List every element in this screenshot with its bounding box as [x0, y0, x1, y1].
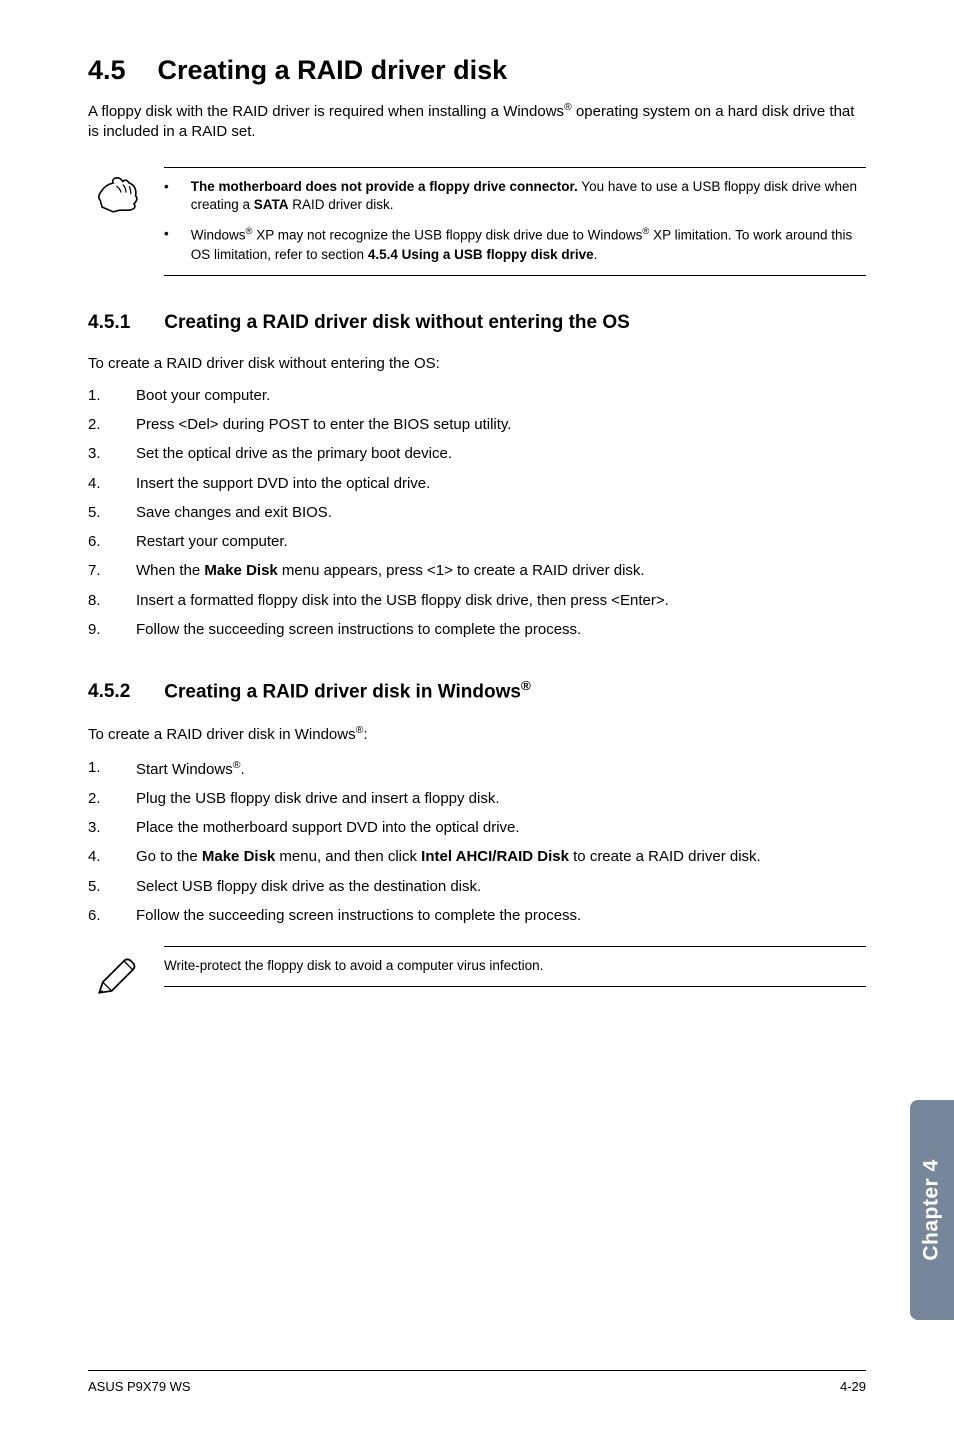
- list-text: Press <Del> during POST to enter the BIO…: [136, 415, 866, 435]
- list-item: 1. Start Windows®.: [88, 758, 866, 780]
- intro-text-1: A floppy disk with the RAID driver is re…: [88, 103, 564, 120]
- list-number: 4.: [88, 474, 108, 494]
- list-text-a: When the: [136, 562, 204, 579]
- registered-mark: ®: [521, 678, 531, 693]
- note-bullet-1: • The motherboard does not provide a flo…: [164, 178, 860, 216]
- list-text: Save changes and exit BIOS.: [136, 503, 866, 523]
- list-number: 7.: [88, 561, 108, 581]
- list-text-bold: Make Disk: [204, 562, 277, 579]
- subsection-452-heading: 4.5.2 Creating a RAID driver disk in Wind…: [88, 678, 866, 703]
- list-text-a: Start Windows: [136, 761, 233, 778]
- list-text: Set the optical drive as the primary boo…: [136, 444, 866, 464]
- list-text: Restart your computer.: [136, 532, 866, 552]
- subsection-number: 4.5.1: [88, 312, 130, 334]
- note-bold-sata: SATA: [254, 197, 289, 212]
- list-text: Follow the succeeding screen instruction…: [136, 620, 866, 640]
- list-number: 6.: [88, 906, 108, 926]
- note-bullet-1-text: The motherboard does not provide a flopp…: [191, 178, 860, 216]
- list-item: 5. Save changes and exit BIOS.: [88, 503, 866, 523]
- footer-left: ASUS P9X79 WS: [88, 1379, 191, 1394]
- list-item: 8. Insert a formatted floppy disk into th…: [88, 591, 866, 611]
- section-number: 4.5: [88, 55, 126, 86]
- note-text-2a: Windows: [191, 228, 246, 243]
- list-number: 2.: [88, 789, 108, 809]
- note-bullet-2: • Windows® XP may not recognize the USB …: [164, 225, 860, 264]
- footer-right: 4-29: [840, 1379, 866, 1394]
- list-text-b: menu, and then click: [275, 848, 421, 865]
- list-item: 4. Go to the Make Disk menu, and then cli…: [88, 847, 866, 867]
- note-text-1b: RAID driver disk.: [289, 197, 394, 212]
- chapter-tab: Chapter 4: [910, 1100, 954, 1320]
- list-number: 3.: [88, 818, 108, 838]
- list-text-a: Go to the: [136, 848, 202, 865]
- list-number: 3.: [88, 444, 108, 464]
- list-number: 2.: [88, 415, 108, 435]
- note-bold-2: 4.5.4 Using a USB floppy disk drive: [368, 247, 594, 262]
- subsection-title: Creating a RAID driver disk without ente…: [164, 312, 630, 333]
- list-number: 9.: [88, 620, 108, 640]
- list-text-b: .: [240, 761, 244, 778]
- tip-body: Write-protect the floppy disk to avoid a…: [164, 946, 866, 987]
- subsection-title-a: Creating a RAID driver disk in Windows: [164, 681, 521, 702]
- subsection-452-lead: To create a RAID driver disk in Windows®…: [88, 723, 866, 745]
- page-footer: ASUS P9X79 WS 4-29: [88, 1370, 866, 1394]
- subsection-451-lead: To create a RAID driver disk without ent…: [88, 354, 866, 374]
- list-text-bold2: Intel AHCI/RAID Disk: [421, 848, 569, 865]
- hand-note-icon: [94, 167, 142, 220]
- section-heading: 4.5 Creating a RAID driver disk: [88, 55, 866, 86]
- list-text: Start Windows®.: [136, 758, 866, 780]
- lead-text-a: To create a RAID driver disk in Windows: [88, 726, 356, 743]
- registered-mark: ®: [564, 101, 572, 113]
- subsection-451-heading: 4.5.1 Creating a RAID driver disk without…: [88, 312, 866, 334]
- chapter-tab-label: Chapter 4: [920, 1159, 944, 1260]
- list-text-bold1: Make Disk: [202, 848, 275, 865]
- list-number: 1.: [88, 386, 108, 406]
- list-item: 1. Boot your computer.: [88, 386, 866, 406]
- tip-block: Write-protect the floppy disk to avoid a…: [94, 946, 866, 1003]
- list-text: Insert the support DVD into the optical …: [136, 474, 866, 494]
- list-number: 5.: [88, 503, 108, 523]
- list-text: Insert a formatted floppy disk into the …: [136, 591, 866, 611]
- tip-text: Write-protect the floppy disk to avoid a…: [164, 957, 860, 976]
- list-item: 3. Place the motherboard support DVD into…: [88, 818, 866, 838]
- pencil-tip-icon: [94, 946, 142, 1003]
- list-text-c: to create a RAID driver disk.: [569, 848, 761, 865]
- note-body: • The motherboard does not provide a flo…: [164, 167, 866, 276]
- intro-paragraph: A floppy disk with the RAID driver is re…: [88, 100, 866, 143]
- list-item: 6. Follow the succeeding screen instructi…: [88, 906, 866, 926]
- list-item: 2. Plug the USB floppy disk drive and ins…: [88, 789, 866, 809]
- bullet-mark: •: [164, 225, 169, 264]
- list-text: When the Make Disk menu appears, press <…: [136, 561, 866, 581]
- list-item: 6. Restart your computer.: [88, 532, 866, 552]
- list-number: 1.: [88, 758, 108, 780]
- list-number: 5.: [88, 877, 108, 897]
- note-text-2d: .: [594, 247, 598, 262]
- list-item: 3. Set the optical drive as the primary b…: [88, 444, 866, 464]
- list-text: Go to the Make Disk menu, and then click…: [136, 847, 866, 867]
- note-bold-1: The motherboard does not provide a flopp…: [191, 179, 578, 194]
- list-text: Plug the USB floppy disk drive and inser…: [136, 789, 866, 809]
- list-text: Select USB floppy disk drive as the dest…: [136, 877, 866, 897]
- list-number: 8.: [88, 591, 108, 611]
- lead-text-b: :: [363, 726, 367, 743]
- list-text: Boot your computer.: [136, 386, 866, 406]
- list-item: 5. Select USB floppy disk drive as the de…: [88, 877, 866, 897]
- list-text-b: menu appears, press <1> to create a RAID…: [278, 562, 645, 579]
- list-text: Follow the succeeding screen instruction…: [136, 906, 866, 926]
- list-item: 7. When the Make Disk menu appears, press…: [88, 561, 866, 581]
- note-bullet-2-text: Windows® XP may not recognize the USB fl…: [191, 225, 860, 264]
- note-text-2b: XP may not recognize the USB floppy disk…: [252, 228, 642, 243]
- list-number: 6.: [88, 532, 108, 552]
- list-item: 2. Press <Del> during POST to enter the B…: [88, 415, 866, 435]
- bullet-mark: •: [164, 178, 169, 216]
- section-title-text: Creating a RAID driver disk: [158, 55, 508, 85]
- list-item: 4. Insert the support DVD into the optica…: [88, 474, 866, 494]
- list-number: 4.: [88, 847, 108, 867]
- subsection-number: 4.5.2: [88, 681, 130, 703]
- list-item: 9. Follow the succeeding screen instructi…: [88, 620, 866, 640]
- list-text: Place the motherboard support DVD into t…: [136, 818, 866, 838]
- note-block: • The motherboard does not provide a flo…: [94, 167, 866, 276]
